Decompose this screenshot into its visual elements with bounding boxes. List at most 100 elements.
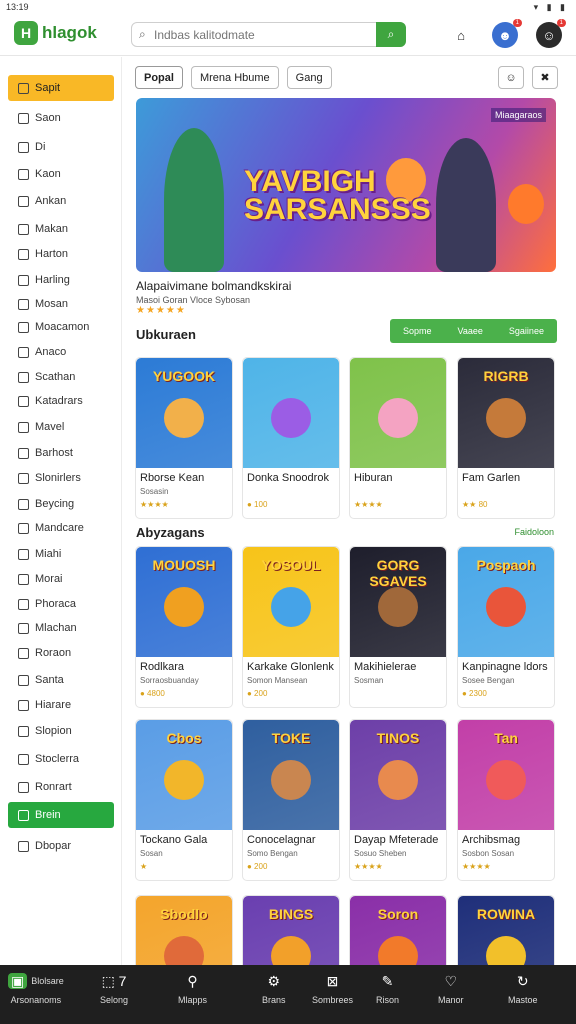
sidebar-item-icon <box>18 472 29 484</box>
segment-tab[interactable]: Sopme <box>403 326 432 336</box>
game-card[interactable]: Donka Snoodrok ● 100 <box>242 357 340 519</box>
sidebar-item[interactable]: Di <box>8 134 114 160</box>
game-art: Pospaoh <box>458 547 554 657</box>
bottom-nav-item[interactable]: ⊠ Sombrees <box>312 973 353 1017</box>
game-art-title: YOSOUL <box>261 557 321 573</box>
game-card[interactable]: MOUOSH Rodlkara Sorraosbuanday ● 4800 <box>135 546 233 708</box>
game-art: ROWINA <box>458 896 554 965</box>
filter-icon[interactable]: ✖ <box>532 66 558 89</box>
game-card[interactable]: RIGRB Fam Garlen ★★ 80 <box>457 357 555 519</box>
sidebar-item[interactable]: Saon <box>8 105 114 131</box>
game-card[interactable]: Sbodlo <box>135 895 233 965</box>
game-card[interactable]: TINOS Dayap Mfeterade Sosuo Sheben ★★★★ <box>349 719 447 881</box>
sidebar-item[interactable]: Roraon <box>8 640 114 666</box>
bottom-nav-item[interactable]: ♡ Manor <box>438 973 464 1017</box>
sidebar-item[interactable]: Brein <box>8 802 114 828</box>
search-box[interactable]: ⌕ ⌕ <box>131 22 406 47</box>
sidebar-item[interactable]: Scathan <box>8 364 114 390</box>
signal-icons: ▾ ▮ ▮ <box>533 2 568 12</box>
sidebar-item[interactable]: Slopion <box>8 718 114 744</box>
bottom-nav-item[interactable]: ✎ Rison <box>376 973 399 1017</box>
sidebar-item[interactable]: Stoclerra <box>8 746 114 772</box>
sidebar-item-icon <box>18 809 29 821</box>
sidebar-item[interactable]: Morai <box>8 566 114 592</box>
search-input[interactable] <box>154 26 369 44</box>
game-art-title: TOKE <box>271 730 311 746</box>
game-art: GORG SGAVES <box>350 547 446 657</box>
sidebar-item[interactable]: Anaco <box>8 339 114 365</box>
sidebar-item[interactable]: Dbopar <box>8 833 114 859</box>
bottom-nav-item[interactable]: ↻ Mastoe <box>508 973 538 1017</box>
filter-chip[interactable]: Popal <box>135 66 183 89</box>
main-content: Popal Mrena Hbume Gang ☺ ✖ YAVBIGH SARSANS… <box>123 57 576 965</box>
bottom-nav-item[interactable]: ⚲ Mlapps <box>178 973 207 1017</box>
view-toggles: ☺ ✖ <box>498 66 558 89</box>
avatar-icon[interactable]: ☻ 1 <box>492 19 522 48</box>
sidebar-item-label: Ankan <box>35 195 67 207</box>
filter-chip[interactable]: Mrena Hbume <box>190 66 279 89</box>
sidebar-item[interactable]: Makan <box>8 216 114 242</box>
segment-tab[interactable]: Vaaee <box>458 326 483 336</box>
user-icon[interactable]: ☺ <box>498 66 524 89</box>
game-card[interactable]: Cbos Tockano Gala Sosan ★ <box>135 719 233 881</box>
game-art-title: BINGS <box>268 906 314 922</box>
game-card[interactable]: GORG SGAVES Makihielerae Sosman <box>349 546 447 708</box>
bottom-nav-item[interactable]: ▣ Blolsare Arsonanoms <box>8 973 64 1017</box>
sidebar-item-label: Slopion <box>35 725 72 737</box>
sidebar-item[interactable]: Harling <box>8 267 114 293</box>
sidebar-item-icon <box>18 447 29 459</box>
game-card[interactable]: YOSOUL Karkake Glonlenk Somon Mansean ● 200 <box>242 546 340 708</box>
bottom-nav-label: Blolsare <box>31 976 64 986</box>
game-subtitle: Sosuo Sheben <box>354 849 407 858</box>
game-card[interactable]: ROWINA <box>457 895 555 965</box>
sidebar-item[interactable]: Mlachan <box>8 615 114 641</box>
see-all-link[interactable]: Faidoloon <box>514 527 554 537</box>
game-title: Dayap Mfeterade <box>354 834 439 846</box>
bottom-nav-item[interactable]: ⬚ 7 Selong <box>100 973 128 1017</box>
bottom-nav-icon: ⚲ <box>187 973 198 989</box>
sidebar-item[interactable]: Santa <box>8 667 114 693</box>
profile-icon[interactable]: ☺ 1 <box>536 19 566 48</box>
game-title: Tockano Gala <box>140 834 208 846</box>
segment-tab[interactable]: Sgaiinee <box>509 326 544 336</box>
game-rating: ● 100 <box>247 500 268 509</box>
game-card[interactable]: Hiburan ★★★★ <box>349 357 447 519</box>
sidebar-item[interactable]: Miahi <box>8 541 114 567</box>
app-logo[interactable]: H hlagok <box>14 21 97 45</box>
game-card[interactable]: TOKE Conocelagnar Somo Bengan ● 200 <box>242 719 340 881</box>
sidebar-item[interactable]: Katadrars <box>8 388 114 414</box>
sidebar-item[interactable]: Harton <box>8 241 114 267</box>
bottom-nav-icon: ↻ <box>516 973 529 989</box>
game-card[interactable]: YUGOOK Rborse Kean Sosasin ★★★★ <box>135 357 233 519</box>
sidebar-item[interactable]: Mandcare <box>8 515 114 541</box>
game-card[interactable]: Pospaoh Kanpinagne ldors Sosee Bengan ● 230… <box>457 546 555 708</box>
game-art: TOKE <box>243 720 339 830</box>
sidebar-item[interactable]: Slonirlers <box>8 465 114 491</box>
sidebar-item[interactable]: Phoraca <box>8 591 114 617</box>
hero-banner[interactable]: YAVBIGH SARSANSSS Miaagaraos <box>136 98 556 272</box>
bottom-nav-item[interactable]: ⚙ Brans <box>262 973 286 1017</box>
sidebar-item[interactable]: Moacamon <box>8 314 114 340</box>
sidebar-item-icon <box>18 274 29 286</box>
sidebar-item[interactable]: Beycing <box>8 491 114 517</box>
filter-chip[interactable]: Gang <box>286 66 332 89</box>
sidebar-item[interactable]: Sapit <box>8 75 114 101</box>
sidebar-item[interactable]: Barhost <box>8 440 114 466</box>
game-rating: ★★ 80 <box>462 500 488 509</box>
sidebar-item[interactable]: Mavel <box>8 414 114 440</box>
hero-caption-title: Alapaivimane bolmandkskirai <box>136 279 292 293</box>
game-subtitle: Sosee Bengan <box>462 676 515 685</box>
sidebar-item[interactable]: Ankan <box>8 188 114 214</box>
sidebar-item[interactable]: Kaon <box>8 161 114 187</box>
search-button[interactable]: ⌕ <box>376 22 406 47</box>
game-card[interactable]: Soron <box>349 895 447 965</box>
game-card[interactable]: BINGS <box>242 895 340 965</box>
hero-character-left <box>164 128 224 272</box>
game-card[interactable]: Tan Archibsmag Sosbon Sosan ★★★★ <box>457 719 555 881</box>
sidebar-item-label: Beycing <box>35 498 75 510</box>
controller-icon[interactable]: ⌂ <box>448 22 474 48</box>
sidebar-item-icon <box>18 573 29 585</box>
sidebar-item-label: Moacamon <box>35 321 90 333</box>
sidebar-item[interactable]: Hiarare <box>8 692 114 718</box>
sidebar-item[interactable]: Ronrart <box>8 774 114 800</box>
